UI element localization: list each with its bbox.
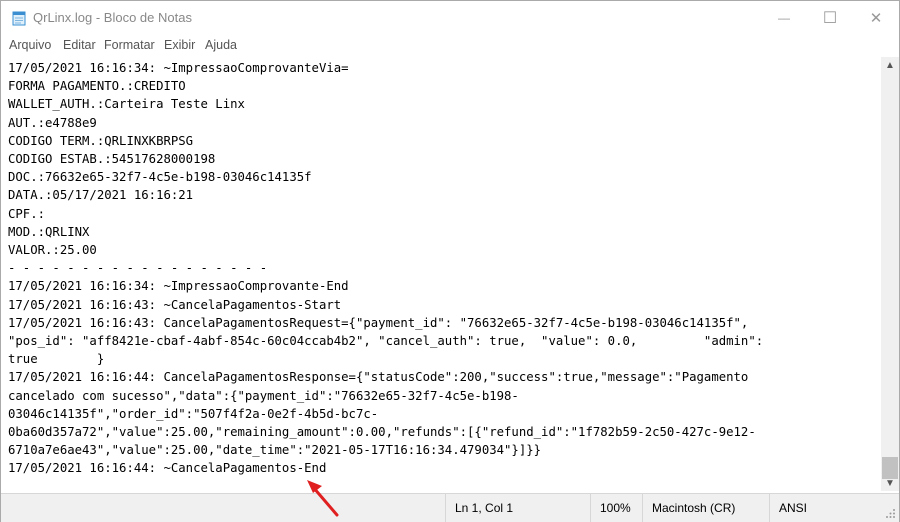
menu-editar[interactable]: Editar xyxy=(63,38,96,52)
scroll-down-icon[interactable]: ▼ xyxy=(881,475,899,491)
vertical-scrollbar[interactable]: ▲ ▼ xyxy=(881,57,899,491)
minimize-button[interactable]: — xyxy=(761,1,807,35)
zoom-level: 100% xyxy=(590,494,642,522)
notepad-window: QrLinx.log - Bloco de Notas — ☐ ✕ Arquiv… xyxy=(0,0,900,522)
menu-exibir[interactable]: Exibir xyxy=(164,38,195,52)
window-title: QrLinx.log - Bloco de Notas xyxy=(33,10,192,25)
resize-grip-icon[interactable] xyxy=(886,509,896,519)
text-editor[interactable]: 17/05/2021 16:16:34: ~ImpressaoComprovan… xyxy=(1,57,881,491)
encoding: ANSI xyxy=(769,494,879,522)
minimize-icon: — xyxy=(778,11,790,25)
close-icon: ✕ xyxy=(869,10,883,27)
scroll-up-icon[interactable]: ▲ xyxy=(881,57,899,73)
line-ending: Macintosh (CR) xyxy=(642,494,769,522)
notepad-icon xyxy=(12,11,26,26)
menu-formatar[interactable]: Formatar xyxy=(104,38,155,52)
close-button[interactable]: ✕ xyxy=(853,1,899,35)
menu-bar: Arquivo Editar Formatar Exibir Ajuda xyxy=(1,35,899,55)
menu-arquivo[interactable]: Arquivo xyxy=(9,38,51,52)
log-text[interactable]: 17/05/2021 16:16:34: ~ImpressaoComprovan… xyxy=(1,57,881,478)
maximize-icon: ☐ xyxy=(822,10,838,27)
menu-ajuda[interactable]: Ajuda xyxy=(205,38,237,52)
cursor-position: Ln 1, Col 1 xyxy=(445,494,590,522)
maximize-button[interactable]: ☐ xyxy=(807,1,853,35)
title-bar[interactable]: QrLinx.log - Bloco de Notas — ☐ ✕ xyxy=(1,1,899,35)
status-bar: Ln 1, Col 1 100% Macintosh (CR) ANSI xyxy=(1,493,899,522)
